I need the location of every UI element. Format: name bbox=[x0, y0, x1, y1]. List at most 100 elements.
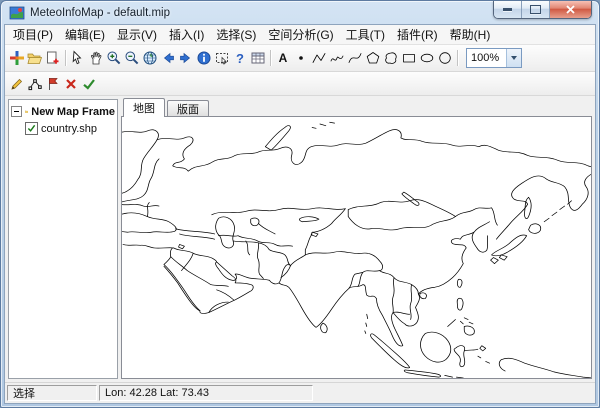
checkmark-icon bbox=[27, 124, 36, 133]
map-frame-label: New Map Frame bbox=[31, 106, 115, 118]
new-curve-button[interactable] bbox=[346, 48, 364, 68]
polygon-icon bbox=[365, 50, 381, 66]
window-title: MeteoInfoMap - default.mip bbox=[30, 7, 170, 19]
maximize-button[interactable] bbox=[522, 1, 550, 18]
check-icon bbox=[81, 76, 97, 92]
menu-edit[interactable]: 编辑(E) bbox=[59, 25, 111, 44]
text-label-icon: A bbox=[279, 52, 288, 64]
chevron-down-icon[interactable] bbox=[506, 49, 521, 67]
workspace: New Map Frame country.shp 地图 版面 bbox=[5, 96, 595, 382]
toolbar-separator bbox=[65, 50, 66, 66]
delete-x-icon bbox=[63, 76, 79, 92]
ellipse-icon bbox=[419, 50, 435, 66]
curve-icon bbox=[347, 50, 363, 66]
arrow-right-icon bbox=[178, 50, 194, 66]
edit-vertex-button[interactable] bbox=[26, 74, 44, 94]
select-button[interactable] bbox=[69, 48, 87, 68]
menu-selection[interactable]: 选择(S) bbox=[210, 25, 262, 44]
tab-layout[interactable]: 版面 bbox=[167, 100, 209, 117]
identify-button[interactable] bbox=[195, 48, 213, 68]
new-freehand-button[interactable] bbox=[328, 48, 346, 68]
new-circle-button[interactable] bbox=[436, 48, 454, 68]
new-curve-polygon-button[interactable] bbox=[382, 48, 400, 68]
layer-row[interactable]: country.shp bbox=[25, 120, 115, 137]
close-icon bbox=[565, 4, 576, 15]
open-folder-icon bbox=[27, 50, 43, 66]
country-outline-map bbox=[122, 117, 591, 378]
client-area: 项目(P) 编辑(E) 显示(V) 插入(I) 选择(S) 空间分析(G) 工具… bbox=[4, 24, 596, 404]
selection-rectangle-icon bbox=[214, 50, 230, 66]
menu-bar: 项目(P) 编辑(E) 显示(V) 插入(I) 选择(S) 空间分析(G) 工具… bbox=[5, 25, 595, 45]
new-polygon-button[interactable] bbox=[364, 48, 382, 68]
pan-hand-icon bbox=[88, 50, 104, 66]
status-coordinates-text: Lon: 42.28 Lat: 73.43 bbox=[105, 387, 209, 399]
zoom-previous-button[interactable] bbox=[159, 48, 177, 68]
new-label-button[interactable]: A bbox=[274, 48, 292, 68]
full-extent-button[interactable] bbox=[141, 48, 159, 68]
circle-icon bbox=[437, 50, 453, 66]
folder-icon bbox=[25, 105, 28, 118]
new-rectangle-button[interactable] bbox=[400, 48, 418, 68]
pan-button[interactable] bbox=[87, 48, 105, 68]
main-toolbar: ? A bbox=[5, 45, 595, 72]
whats-this-button[interactable]: ? bbox=[231, 48, 249, 68]
zoom-out-button[interactable] bbox=[123, 48, 141, 68]
point-icon bbox=[293, 50, 309, 66]
new-ellipse-button[interactable] bbox=[418, 48, 436, 68]
map-frame-row[interactable]: New Map Frame bbox=[11, 103, 115, 120]
layer-label[interactable]: country.shp bbox=[41, 123, 97, 135]
attribute-table-button[interactable] bbox=[249, 48, 267, 68]
select-by-rectangle-button[interactable] bbox=[213, 48, 231, 68]
table-icon bbox=[250, 50, 266, 66]
window-controls bbox=[493, 1, 592, 19]
add-layer-icon bbox=[45, 50, 61, 66]
menu-project[interactable]: 项目(P) bbox=[7, 25, 59, 44]
open-project-button[interactable] bbox=[26, 48, 44, 68]
menu-view[interactable]: 显示(V) bbox=[111, 25, 163, 44]
zoom-out-icon bbox=[124, 50, 140, 66]
cursor-icon bbox=[70, 50, 86, 66]
zoom-next-button[interactable] bbox=[177, 48, 195, 68]
map-canvas[interactable] bbox=[121, 116, 592, 379]
arrow-left-icon bbox=[160, 50, 176, 66]
status-bar: 选择 Lon: 42.28 Lat: 73.43 bbox=[5, 382, 595, 403]
layer-visibility-checkbox[interactable] bbox=[25, 122, 38, 135]
vertex-edit-icon bbox=[27, 76, 43, 92]
new-project-button[interactable] bbox=[8, 48, 26, 68]
question-icon: ? bbox=[236, 52, 244, 65]
menu-plugins[interactable]: 插件(R) bbox=[391, 25, 444, 44]
menu-spatial-analysis[interactable]: 空间分析(G) bbox=[262, 25, 339, 44]
edit-toolbar bbox=[5, 72, 595, 96]
tab-map[interactable]: 地图 bbox=[123, 98, 165, 117]
zoom-level-combo[interactable]: 100% bbox=[466, 48, 522, 68]
delete-feature-button[interactable] bbox=[62, 74, 80, 94]
start-edit-button[interactable] bbox=[8, 74, 26, 94]
zoom-in-button[interactable] bbox=[105, 48, 123, 68]
new-point-button[interactable] bbox=[292, 48, 310, 68]
collapse-toggle-icon[interactable] bbox=[11, 106, 22, 117]
map-panel: 地图 版面 bbox=[121, 99, 592, 379]
close-button[interactable] bbox=[550, 1, 591, 18]
minimize-button[interactable] bbox=[494, 1, 522, 18]
zoom-in-icon bbox=[106, 50, 122, 66]
freehand-line-icon bbox=[329, 50, 345, 66]
save-edits-button[interactable] bbox=[80, 74, 98, 94]
pencil-icon bbox=[9, 76, 25, 92]
menu-help[interactable]: 帮助(H) bbox=[444, 25, 497, 44]
add-layer-button[interactable] bbox=[44, 48, 62, 68]
app-logo-icon bbox=[9, 5, 25, 21]
curve-polygon-icon bbox=[383, 50, 399, 66]
app-window: MeteoInfoMap - default.mip 项目(P) 编辑(E) 显… bbox=[0, 0, 600, 408]
minimize-icon bbox=[503, 8, 512, 11]
toolbar-separator bbox=[457, 50, 458, 66]
menu-insert[interactable]: 插入(I) bbox=[163, 25, 210, 44]
view-tabs: 地图 版面 bbox=[121, 99, 592, 117]
status-coordinates-cell: Lon: 42.28 Lat: 73.43 bbox=[99, 385, 313, 401]
status-mode-text: 选择 bbox=[13, 385, 35, 401]
new-polyline-button[interactable] bbox=[310, 48, 328, 68]
new-feature-button[interactable] bbox=[44, 74, 62, 94]
flag-icon bbox=[45, 76, 61, 92]
menu-tools[interactable]: 工具(T) bbox=[340, 25, 391, 44]
status-mode-cell: 选择 bbox=[7, 385, 97, 401]
globe-icon bbox=[142, 50, 158, 66]
